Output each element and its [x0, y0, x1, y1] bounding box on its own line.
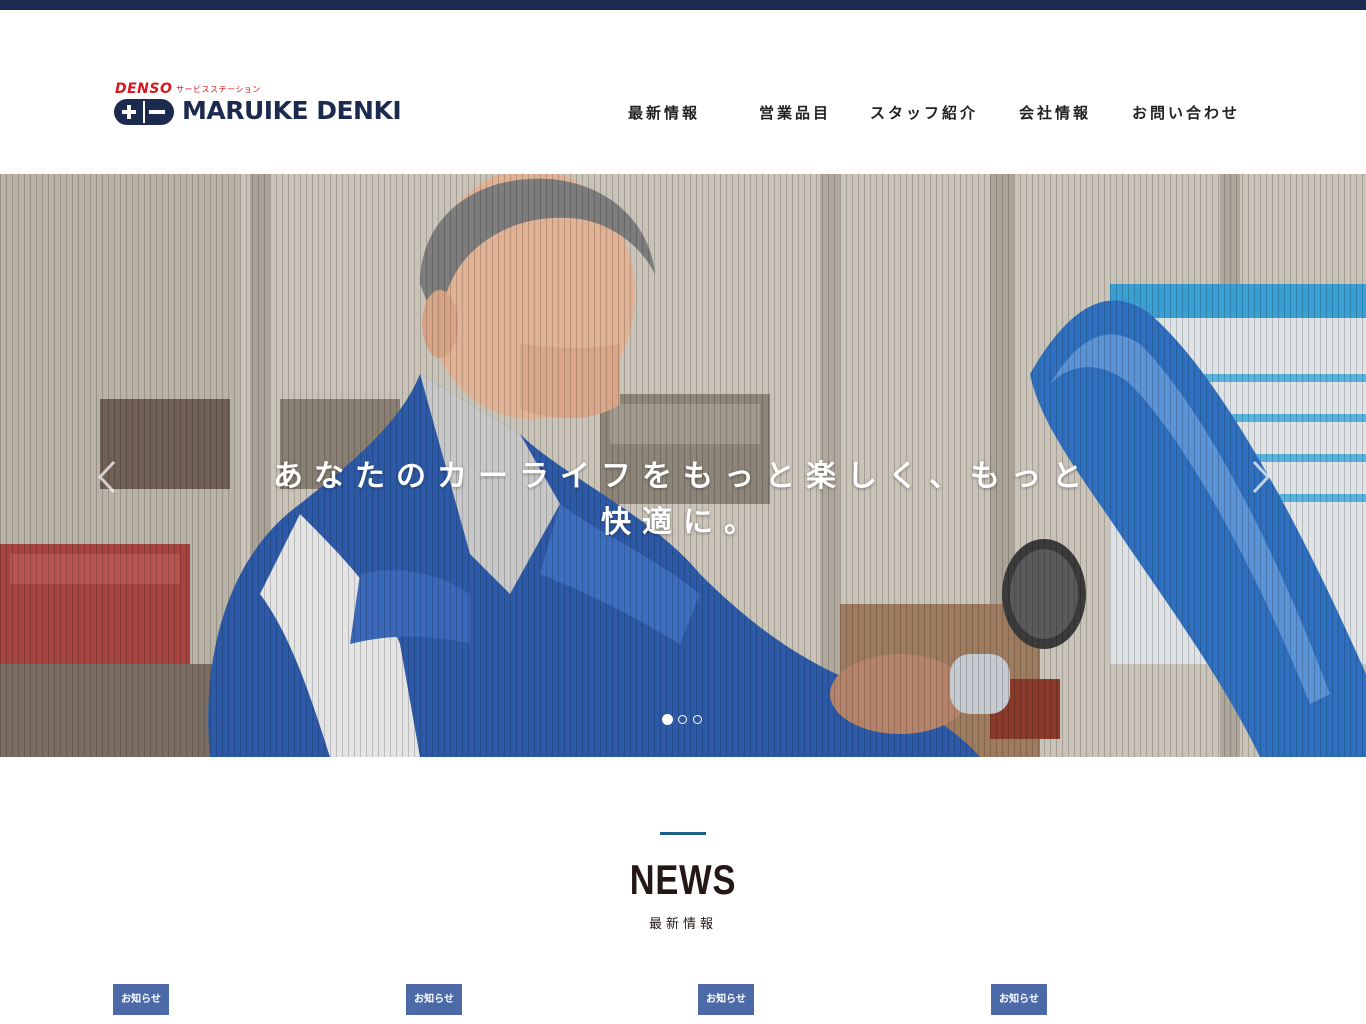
slider-prev-arrow-icon[interactable]: [94, 459, 120, 495]
news-category-badge[interactable]: お知らせ: [698, 984, 754, 1015]
news-section-title: NEWS: [629, 856, 737, 903]
nav-item-news[interactable]: 最新情報: [628, 102, 700, 123]
slider-next-arrow-icon[interactable]: [1248, 459, 1274, 495]
nav-item-services[interactable]: 営業品目: [759, 102, 831, 123]
slider-dot-3[interactable]: [693, 715, 702, 724]
news-heading-rule: [660, 832, 706, 835]
nav-item-company[interactable]: 会社情報: [1019, 102, 1091, 123]
slider-dot-2[interactable]: [678, 715, 687, 724]
logo-company-name: MARUIKE DENKI: [182, 96, 402, 125]
logo-denso-text: DENSO: [115, 81, 173, 97]
hero-caption: あなたのカーライフをもっと楽しく、もっと快適に。: [273, 459, 1093, 540]
top-accent-bar: [0, 0, 1366, 10]
site-logo[interactable]: DENSO サービスステーション MARUIKE DENKI: [113, 80, 403, 130]
nav-item-staff[interactable]: スタッフ紹介: [870, 102, 978, 123]
logo-subtitle: サービスステーション: [176, 85, 261, 94]
nav-item-contact[interactable]: お問い合わせ: [1132, 102, 1240, 123]
news-category-badge[interactable]: お知らせ: [406, 984, 462, 1015]
plus-minus-logo-icon: [114, 99, 174, 125]
hero-slider: あなたのカーライフをもっと楽しく、もっと快適に。: [0, 174, 1366, 757]
news-category-badge[interactable]: お知らせ: [113, 984, 169, 1015]
slider-dot-1[interactable]: [662, 714, 673, 725]
news-section-subtitle: 最新情報: [648, 917, 717, 932]
news-category-badge[interactable]: お知らせ: [991, 984, 1047, 1015]
